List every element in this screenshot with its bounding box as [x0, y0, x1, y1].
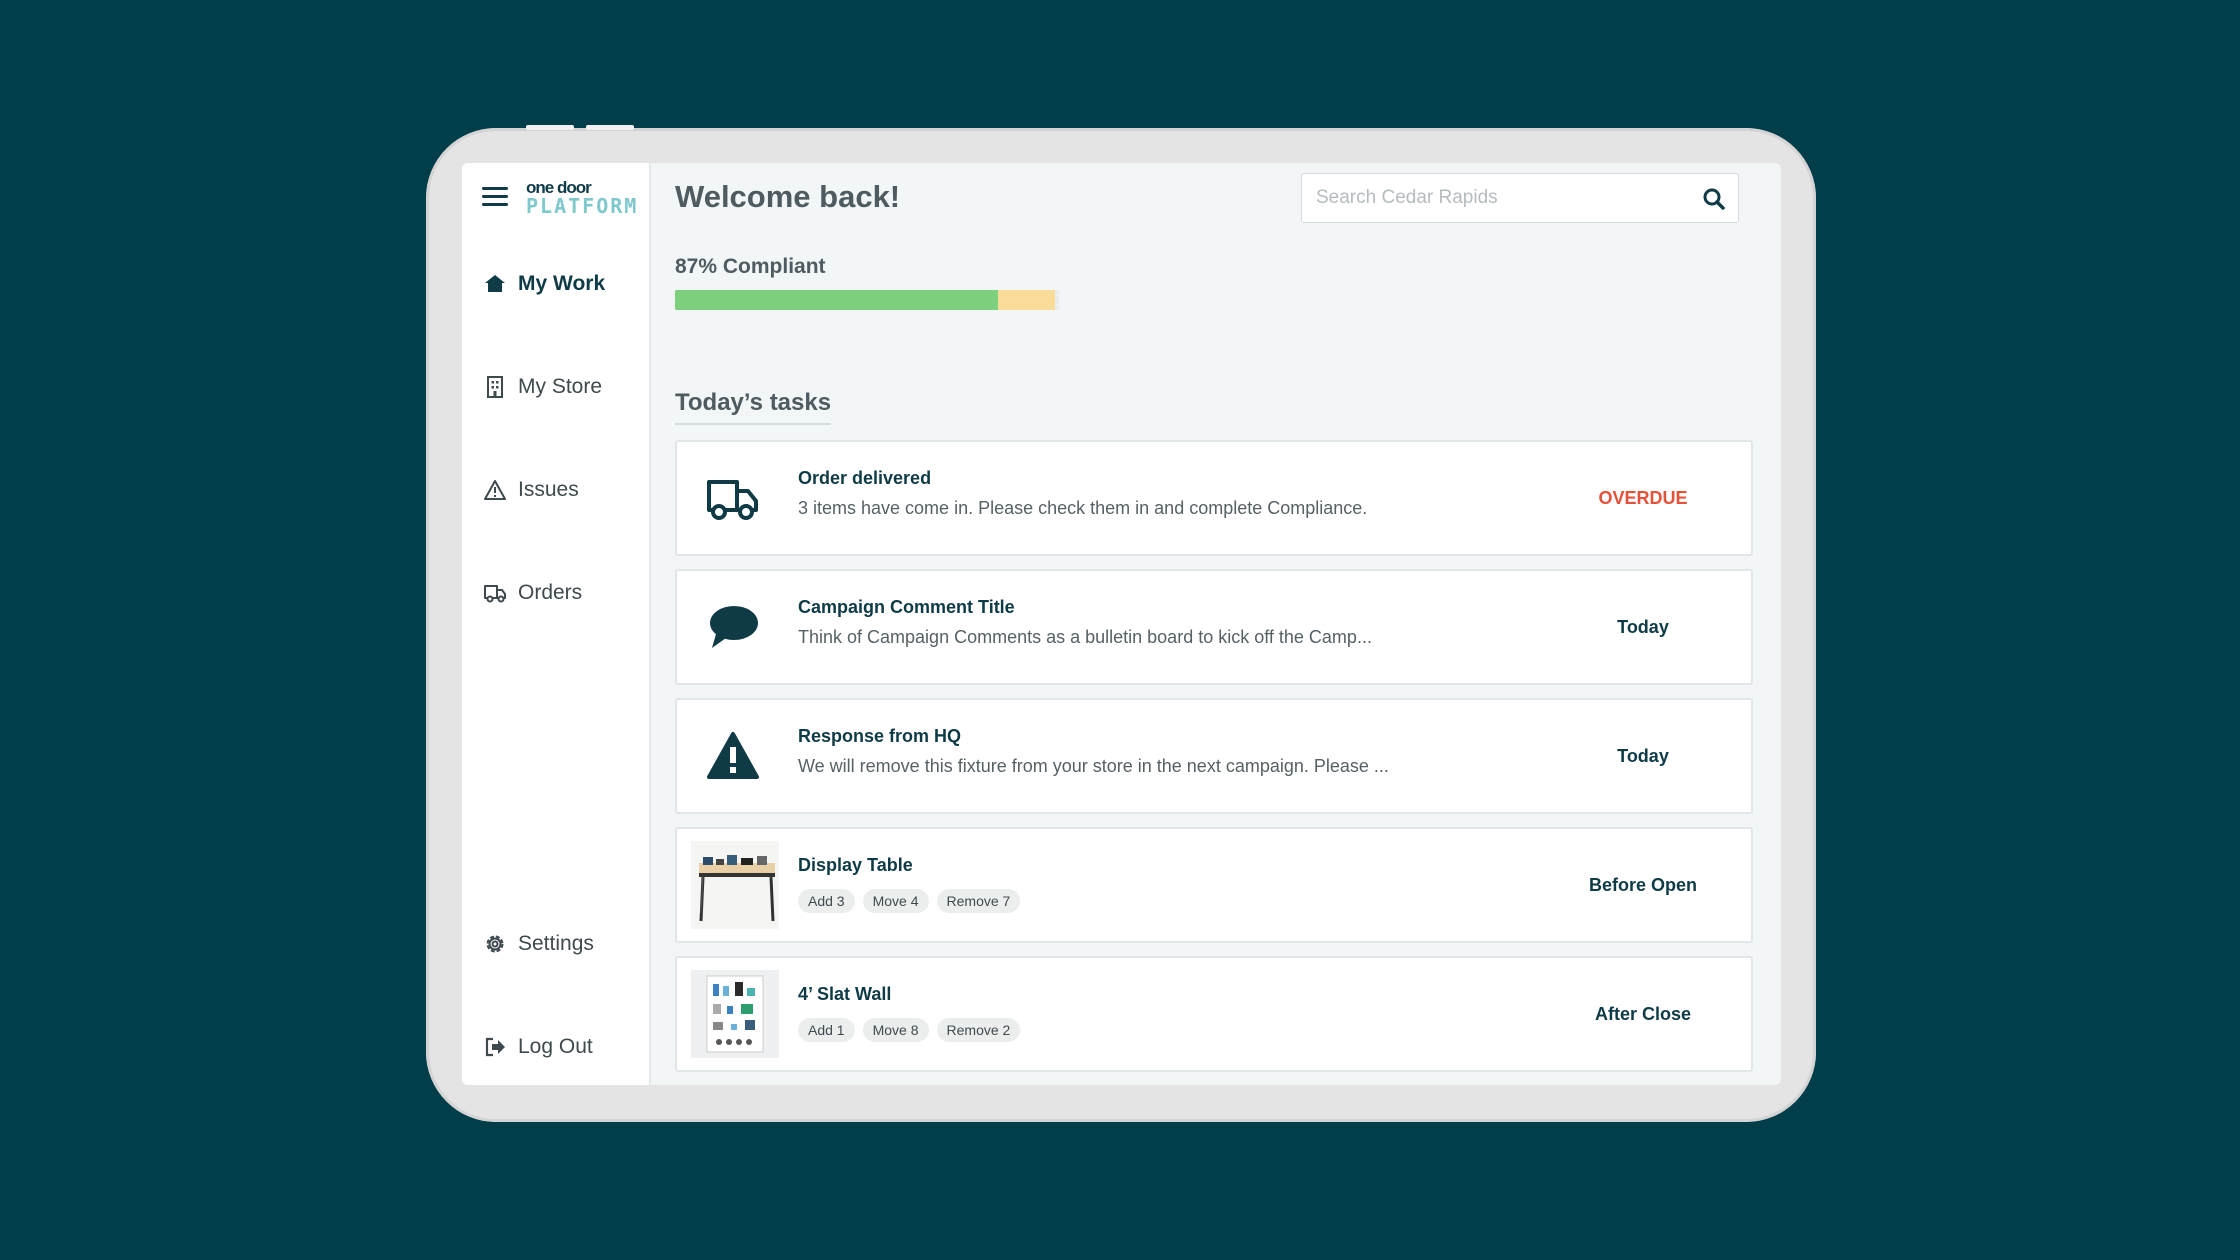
tasks-heading: Today’s tasks [675, 389, 832, 425]
sidebar-item-settings[interactable]: Settings [482, 927, 594, 961]
action-pill: Move 8 [862, 1018, 929, 1042]
task-status: After Close [1594, 1003, 1692, 1024]
action-pill: Remove 7 [936, 889, 1021, 913]
sidebar-item-label: Issues [518, 478, 579, 501]
gear-icon [482, 931, 508, 957]
sidebar-item-log-out[interactable]: Log Out [482, 1030, 593, 1064]
main-content: Welcome back! 87% Compliant Today’s task… [651, 163, 1781, 1085]
sidebar-item-label: My Store [518, 375, 603, 398]
sidebar-item-label: Settings [518, 932, 594, 955]
action-pill: Move 4 [862, 889, 929, 913]
search-icon[interactable] [1702, 187, 1726, 216]
logout-icon [482, 1034, 508, 1060]
sidebar-item-label: Orders [518, 581, 583, 604]
compliance-progress-bar [675, 290, 1059, 310]
tablet-button [526, 125, 574, 130]
task-description: 3 items have come in. Please check them … [798, 498, 1368, 518]
task-card[interactable]: Display Table Add 3 Move 4 Remove 7 Befo… [675, 827, 1753, 943]
task-description: Think of Campaign Comments as a bulletin… [798, 627, 1372, 647]
truck-icon [705, 470, 761, 526]
action-pill: Add 3 [798, 889, 855, 913]
action-pill: Remove 2 [936, 1018, 1021, 1042]
sidebar-item-orders[interactable]: Orders [482, 576, 582, 610]
task-status: OVERDUE [1598, 487, 1688, 508]
truck-icon [482, 580, 508, 606]
task-status: Today [1617, 616, 1669, 637]
tablet-button [586, 125, 634, 130]
task-status: Today [1617, 745, 1669, 766]
sidebar-item-label: Log Out [518, 1035, 593, 1058]
warning-icon [482, 477, 508, 503]
task-title: Response from HQ [798, 726, 962, 746]
task-card[interactable]: 4’ Slat Wall Add 1 Move 8 Remove 2 After… [675, 956, 1753, 1072]
task-status: Before Open [1588, 874, 1698, 895]
sidebar-item-my-work[interactable]: My Work [482, 267, 605, 301]
sidebar-item-label: My Work [518, 272, 606, 295]
compliance-progress-complete [675, 290, 998, 310]
task-actions: Add 1 Move 8 Remove 2 [798, 1018, 1021, 1042]
compliance-label: 87% Compliant [675, 255, 826, 278]
task-card[interactable]: Response from HQ We will remove this fix… [675, 698, 1753, 814]
task-title: Order delivered [798, 468, 932, 488]
task-card[interactable]: Campaign Comment Title Think of Campaign… [675, 569, 1753, 685]
search-input[interactable] [1314, 186, 1698, 210]
task-card[interactable]: Order delivered 3 items have come in. Pl… [675, 440, 1753, 556]
task-actions: Add 3 Move 4 Remove 7 [798, 889, 1021, 913]
sidebar-item-issues[interactable]: Issues [482, 473, 579, 507]
sidebar-item-my-store[interactable]: My Store [482, 370, 602, 404]
action-pill: Add 1 [798, 1018, 855, 1042]
task-title: Campaign Comment Title [798, 597, 1015, 617]
logo: one door PLATFORM [526, 179, 638, 216]
task-description: We will remove this fixture from your st… [798, 756, 1389, 776]
slat-wall-thumbnail [691, 970, 779, 1058]
logo-line2: PLATFORM [526, 194, 639, 218]
app-screen: one door PLATFORM My Work My Store Issue… [462, 163, 1781, 1085]
page-title: Welcome back! [675, 179, 901, 214]
display-table-thumbnail [691, 841, 779, 929]
search-box[interactable] [1301, 173, 1739, 223]
warning-icon [705, 728, 761, 784]
sidebar: one door PLATFORM My Work My Store Issue… [462, 163, 651, 1085]
compliance-progress-pending [997, 290, 1056, 310]
menu-icon[interactable] [482, 185, 510, 207]
task-title: 4’ Slat Wall [798, 984, 892, 1004]
home-icon [482, 271, 508, 297]
task-title: Display Table [798, 855, 913, 875]
building-icon [482, 374, 508, 400]
speech-bubble-icon [705, 599, 761, 655]
